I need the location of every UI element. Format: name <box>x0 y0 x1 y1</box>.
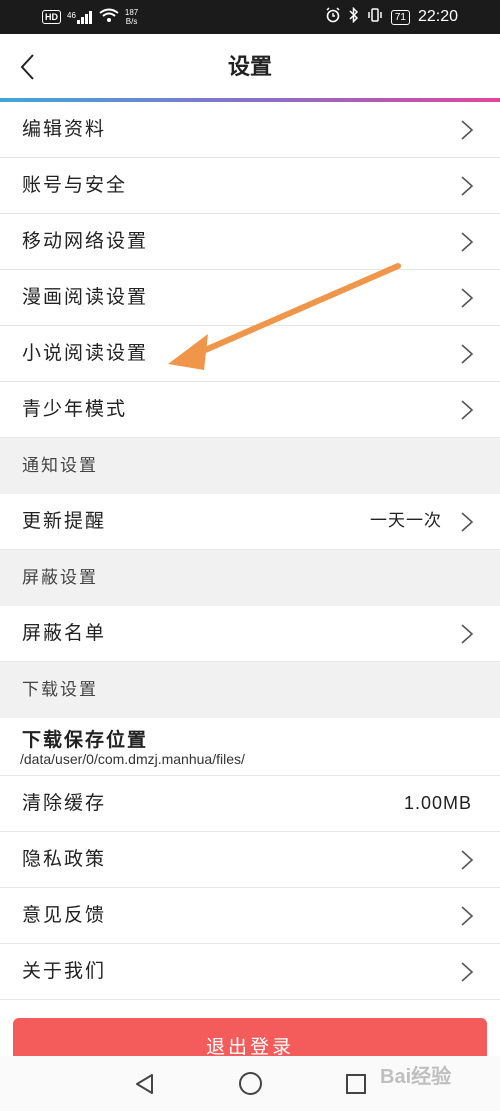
network-type-label: 46 <box>67 10 76 20</box>
item-label: 意见反馈 <box>22 904 107 926</box>
item-label: 屏蔽名单 <box>22 622 107 644</box>
baidu-watermark: Bai经验 <box>380 1066 452 1088</box>
mobile-signal-icon: 46 <box>67 10 93 24</box>
nav-back-icon[interactable] <box>134 1073 154 1095</box>
chevron-right-icon <box>461 288 474 308</box>
update-reminder-value: 一天一次 <box>370 511 442 531</box>
item-label: 下载保存位置 <box>22 729 149 751</box>
settings-item-mobile-network[interactable]: 移动网络设置 <box>0 214 500 270</box>
download-path-text: /data/user/0/com.dmzj.manhua/files/ <box>20 751 245 767</box>
section-label: 屏蔽设置 <box>22 568 98 588</box>
settings-item-update-reminder[interactable]: 更新提醒 一天一次 <box>0 494 500 550</box>
clock: 22:20 <box>417 8 458 25</box>
nav-recent-apps-icon[interactable] <box>346 1074 366 1094</box>
settings-item-privacy-policy[interactable]: 隐私政策 <box>0 832 500 888</box>
section-header-notifications: 通知设置 <box>0 438 500 494</box>
vibrate-icon <box>367 7 383 27</box>
chevron-left-icon <box>20 54 34 80</box>
item-label: 隐私政策 <box>22 848 107 870</box>
alarm-icon <box>325 7 341 27</box>
section-label: 通知设置 <box>22 456 98 476</box>
chevron-right-icon <box>461 624 474 644</box>
chevron-right-icon <box>461 962 474 982</box>
item-label: 更新提醒 <box>22 510 107 532</box>
item-label: 移动网络设置 <box>22 230 149 252</box>
section-header-download: 下载设置 <box>0 662 500 718</box>
item-label: 关于我们 <box>22 960 107 982</box>
nav-home-icon[interactable] <box>239 1072 262 1095</box>
speed-unit: B/s <box>125 17 138 26</box>
chevron-right-icon <box>461 344 474 364</box>
item-label: 清除缓存 <box>22 792 107 814</box>
settings-item-block-list[interactable]: 屏蔽名单 <box>0 606 500 662</box>
chevron-right-icon <box>461 850 474 870</box>
item-label: 漫画阅读设置 <box>22 286 149 308</box>
settings-item-about-us[interactable]: 关于我们 <box>0 944 500 1000</box>
chevron-right-icon <box>461 176 474 196</box>
settings-item-comic-reading[interactable]: 漫画阅读设置 <box>0 270 500 326</box>
item-label: 账号与安全 <box>22 174 128 196</box>
item-label: 小说阅读设置 <box>22 342 149 364</box>
hd-voice-badge: HD <box>42 10 61 24</box>
back-button[interactable] <box>14 52 44 82</box>
cache-size-value: 1.00MB <box>403 793 472 813</box>
section-header-blocking: 屏蔽设置 <box>0 550 500 606</box>
page-title: 设置 <box>227 55 272 80</box>
settings-item-download-location[interactable]: 下载保存位置 /data/user/0/com.dmzj.manhua/file… <box>0 718 500 776</box>
settings-item-clear-cache[interactable]: 清除缓存 1.00MB <box>0 776 500 832</box>
wifi-icon <box>99 8 119 27</box>
item-label: 青少年模式 <box>22 398 128 420</box>
settings-item-edit-profile[interactable]: 编辑资料 <box>0 102 500 158</box>
section-label: 下载设置 <box>22 680 98 700</box>
bluetooth-icon <box>349 6 359 27</box>
battery-indicator: 71 <box>390 9 410 25</box>
settings-item-youth-mode[interactable]: 青少年模式 <box>0 382 500 438</box>
settings-item-account-security[interactable]: 账号与安全 <box>0 158 500 214</box>
chevron-right-icon <box>461 906 474 926</box>
chevron-right-icon <box>461 400 474 420</box>
network-speed: 187 B/s <box>125 8 138 26</box>
settings-item-novel-reading[interactable]: 小说阅读设置 <box>0 326 500 382</box>
item-label: 编辑资料 <box>22 118 107 140</box>
status-bar: HD 46 187 B/s 71 22:20 <box>0 0 500 34</box>
chevron-right-icon <box>461 512 474 532</box>
speed-value: 187 <box>124 8 139 17</box>
chevron-right-icon <box>461 232 474 252</box>
settings-item-feedback[interactable]: 意见反馈 <box>0 888 500 944</box>
app-header: 设置 <box>0 34 500 100</box>
chevron-right-icon <box>461 120 474 140</box>
settings-list: 编辑资料 账号与安全 移动网络设置 漫画阅读设置 小说阅读设置 青少年模式 通知… <box>0 102 500 1000</box>
